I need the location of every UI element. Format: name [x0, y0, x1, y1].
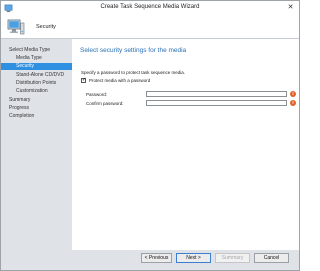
nav-item-select-media-type[interactable]: Select Media Type [1, 47, 72, 54]
password-label: Password: [86, 92, 108, 97]
button-bar: < Previous Next > Summary Cancel [1, 250, 299, 270]
confirm-password-input[interactable] [146, 100, 287, 106]
nav-item-progress[interactable]: Progress [1, 105, 72, 112]
content-title: Select security settings for the media [80, 47, 187, 54]
password-input[interactable] [146, 91, 287, 97]
title-bar: Create Task Sequence Media Wizard ✕ [1, 1, 299, 16]
nav-item-media-type[interactable]: Media Type [1, 55, 72, 62]
confirm-password-label: Confirm password: [86, 101, 124, 106]
nav-item-completion[interactable]: Completion [1, 113, 72, 120]
close-button[interactable]: ✕ [286, 3, 295, 12]
protect-media-checkbox[interactable]: ✓ [81, 78, 86, 83]
password-error-icon: ! [290, 91, 296, 97]
nav-item-distribution-points[interactable]: Distribution Points [1, 80, 72, 87]
nav-item-summary[interactable]: Summary [1, 97, 72, 104]
previous-button[interactable]: < Previous [141, 253, 172, 263]
cancel-button[interactable]: Cancel [254, 253, 289, 263]
computer-icon [7, 19, 25, 35]
nav-item-stand-alone-cd-dvd[interactable]: Stand-Alone CD/DVD [1, 72, 72, 79]
page-header: Security [1, 16, 299, 39]
wizard-window: Create Task Sequence Media Wizard ✕ Secu… [0, 0, 300, 271]
nav-item-customization[interactable]: Customization [1, 88, 72, 95]
instruction-text: Specify a password to protect task seque… [81, 70, 186, 75]
next-button[interactable]: Next > [176, 253, 211, 263]
main-content: Select security settings for the media S… [72, 39, 299, 250]
window-title: Create Task Sequence Media Wizard [100, 4, 200, 10]
wizard-nav: Select Media Type Media Type Security St… [1, 39, 72, 250]
page-title: Security [36, 24, 56, 30]
confirm-password-error-icon: ! [290, 100, 296, 106]
nav-item-security[interactable]: Security [1, 63, 72, 70]
summary-button[interactable]: Summary [215, 253, 250, 263]
protect-media-label[interactable]: Protect media with a password [89, 78, 150, 83]
